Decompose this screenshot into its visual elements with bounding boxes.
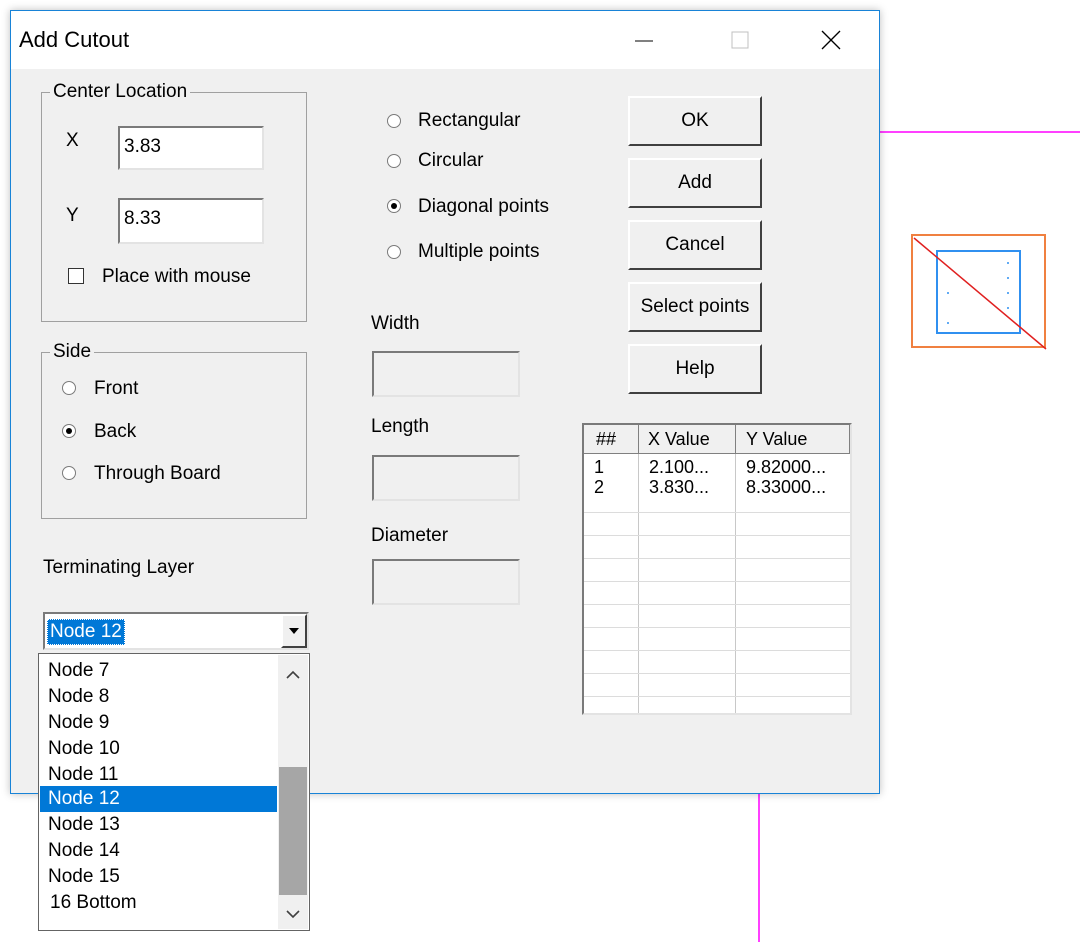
length-label: Length bbox=[371, 416, 430, 437]
width-label: Width bbox=[371, 313, 420, 334]
points-table[interactable]: ## X Value Y Value 1 2.100... 9.82000...… bbox=[582, 423, 852, 715]
minimize-button[interactable] bbox=[612, 17, 676, 63]
length-input[interactable] bbox=[372, 455, 520, 501]
scroll-down-button[interactable] bbox=[278, 899, 308, 929]
list-item[interactable]: Node 8 bbox=[40, 684, 277, 710]
table-row[interactable]: 2 3.830... 8.33000... bbox=[584, 477, 850, 497]
scrollbar-thumb[interactable] bbox=[279, 767, 307, 895]
scroll-up-button[interactable] bbox=[278, 659, 308, 689]
side-front-radio[interactable] bbox=[62, 381, 76, 395]
center-location-title: Center Location bbox=[50, 80, 191, 104]
cell-y: 8.33000... bbox=[746, 477, 827, 497]
cell-x: 2.100... bbox=[649, 457, 710, 477]
multiple-points-label[interactable]: Multiple points bbox=[418, 240, 539, 264]
cell-index: 1 bbox=[594, 457, 605, 477]
y-input[interactable]: 8.33 bbox=[118, 198, 264, 244]
side-group: Side bbox=[41, 340, 307, 519]
window-title: Add Cutout bbox=[19, 27, 130, 52]
col-header-index[interactable]: ## bbox=[584, 425, 639, 454]
dropdown-scrollbar[interactable] bbox=[278, 655, 308, 929]
table-row[interactable]: 1 2.100... 9.82000... bbox=[584, 457, 850, 477]
help-button[interactable]: Help bbox=[628, 344, 762, 394]
side-through-board-label[interactable]: Through Board bbox=[94, 462, 221, 486]
combo-dropdown-button[interactable] bbox=[281, 614, 307, 648]
ok-button[interactable]: OK bbox=[628, 96, 762, 146]
close-icon bbox=[821, 30, 841, 50]
maximize-button bbox=[708, 17, 772, 63]
title-bar[interactable]: Add Cutout bbox=[11, 11, 879, 69]
list-item[interactable]: 16 Bottom bbox=[40, 890, 277, 916]
terminating-layer-dropdown-list[interactable]: Node 7 Node 8 Node 9 Node 10 Node 11 Nod… bbox=[38, 653, 310, 931]
chevron-up-icon bbox=[286, 670, 300, 679]
col-header-x[interactable]: X Value bbox=[639, 425, 736, 454]
list-item[interactable]: Node 11 bbox=[40, 762, 277, 788]
list-item[interactable]: Node 13 bbox=[40, 812, 277, 838]
maximize-icon bbox=[731, 31, 749, 49]
points-table-header: ## X Value Y Value bbox=[584, 425, 850, 454]
minimize-icon bbox=[635, 40, 653, 42]
list-item[interactable]: Node 7 bbox=[40, 658, 277, 684]
close-button[interactable] bbox=[799, 17, 863, 63]
side-title: Side bbox=[50, 340, 95, 364]
col-header-y[interactable]: Y Value bbox=[736, 425, 850, 454]
board-line-vertical bbox=[758, 794, 760, 942]
side-back-radio[interactable] bbox=[62, 424, 76, 438]
cell-index: 2 bbox=[594, 477, 605, 497]
terminating-layer-selected: Node 12 bbox=[47, 619, 125, 645]
chevron-down-icon bbox=[289, 628, 299, 634]
rectangular-radio[interactable] bbox=[387, 114, 401, 128]
rectangular-label[interactable]: Rectangular bbox=[418, 109, 520, 133]
cell-x: 3.830... bbox=[649, 477, 710, 497]
circular-radio[interactable] bbox=[387, 154, 401, 168]
side-through-board-radio[interactable] bbox=[62, 466, 76, 480]
select-points-button[interactable]: Select points bbox=[628, 282, 762, 332]
list-item[interactable]: Node 9 bbox=[40, 710, 277, 736]
diagonal-points-label[interactable]: Diagonal points bbox=[418, 195, 549, 219]
list-item[interactable]: Node 15 bbox=[40, 864, 277, 890]
list-item[interactable]: Node 14 bbox=[40, 838, 277, 864]
width-input[interactable] bbox=[372, 351, 520, 397]
terminating-layer-combobox[interactable]: Node 12 bbox=[43, 612, 309, 650]
cutout-preview-graphic bbox=[911, 234, 1047, 350]
diameter-input[interactable] bbox=[372, 559, 520, 605]
board-line-horizontal bbox=[880, 131, 1080, 133]
chevron-down-icon bbox=[286, 909, 300, 918]
list-item-selected[interactable]: Node 12 bbox=[40, 786, 277, 812]
x-input[interactable]: 3.83 bbox=[118, 126, 264, 170]
x-label: X bbox=[66, 130, 79, 151]
circular-label[interactable]: Circular bbox=[418, 149, 483, 173]
side-front-label[interactable]: Front bbox=[94, 377, 138, 401]
place-with-mouse-label[interactable]: Place with mouse bbox=[102, 265, 251, 289]
multiple-points-radio[interactable] bbox=[387, 245, 401, 259]
cancel-button[interactable]: Cancel bbox=[628, 220, 762, 270]
place-with-mouse-checkbox[interactable] bbox=[68, 268, 84, 284]
terminating-layer-label: Terminating Layer bbox=[43, 557, 195, 578]
side-back-label[interactable]: Back bbox=[94, 420, 136, 444]
diameter-label: Diameter bbox=[371, 525, 449, 546]
add-button[interactable]: Add bbox=[628, 158, 762, 208]
diagonal-points-radio[interactable] bbox=[387, 199, 401, 213]
y-label: Y bbox=[66, 205, 79, 226]
cell-y: 9.82000... bbox=[746, 457, 827, 477]
list-item[interactable]: Node 10 bbox=[40, 736, 277, 762]
